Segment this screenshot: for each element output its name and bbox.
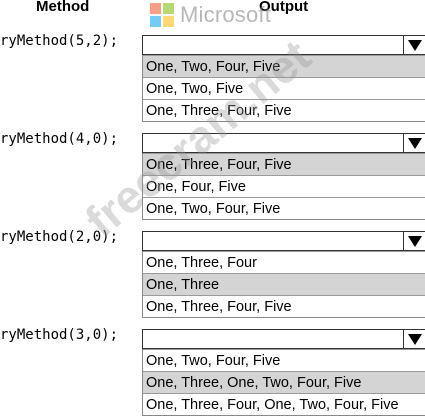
logo-square-green [163, 3, 174, 14]
option-list-1: One, Two, Four, Five One, Two, Five One,… [142, 55, 425, 122]
option-list-4: One, Two, Four, Five One, Three, One, Tw… [142, 349, 425, 416]
logo-square-blue [150, 16, 161, 27]
dropdown-option[interactable]: One, Three, Four, Five [143, 99, 425, 121]
answer-group-4: One, Two, Four, Five One, Three, One, Tw… [142, 329, 425, 416]
method-call-3: ryMethod(2,0); [0, 229, 119, 245]
microsoft-logo: Microsoft [150, 0, 271, 30]
dropdown-option[interactable]: One, Three, Four, One, Two, Four, Five [143, 393, 425, 415]
dropdown-option[interactable]: One, Two, Five [143, 77, 425, 99]
dropdown-option[interactable]: One, Two, Four, Five [143, 197, 425, 219]
dropdown-option[interactable]: One, Two, Four, Five [143, 55, 425, 77]
option-list-3: One, Three, Four One, Three One, Three, … [142, 251, 425, 318]
dropdown-arrow-icon[interactable] [403, 36, 425, 54]
dropdown-option[interactable]: One, Three, One, Two, Four, Five [143, 371, 425, 393]
answer-group-3: One, Three, Four One, Three One, Three, … [142, 231, 425, 318]
dropdown-option[interactable]: One, Two, Four, Five [143, 349, 425, 371]
dropdown-option[interactable]: One, Three, Four, Five [143, 153, 425, 175]
method-call-1: ryMethod(5,2); [0, 33, 119, 49]
method-call-4: ryMethod(3,0); [0, 327, 119, 343]
logo-square-red [150, 3, 161, 14]
answer-dropdown-3[interactable] [142, 231, 425, 251]
method-call-2: ryMethod(4,0); [0, 131, 119, 147]
dropdown-option[interactable]: One, Three, Four [143, 251, 425, 273]
dropdown-arrow-icon[interactable] [403, 134, 425, 152]
answer-group-2: One, Three, Four, Five One, Four, Five O… [142, 133, 425, 220]
option-list-2: One, Three, Four, Five One, Four, Five O… [142, 153, 425, 220]
answer-dropdown-1[interactable] [142, 35, 425, 55]
dropdown-option[interactable]: One, Three, Four, Five [143, 295, 425, 317]
method-header: Method [36, 0, 90, 15]
microsoft-wordmark: Microsoft [180, 2, 272, 27]
logo-square-yellow [163, 16, 174, 27]
dropdown-option[interactable]: One, Three [143, 273, 425, 295]
answer-dropdown-2[interactable] [142, 133, 425, 153]
microsoft-squares-icon [150, 3, 174, 27]
dropdown-arrow-icon[interactable] [403, 330, 425, 348]
answer-group-1: One, Two, Four, Five One, Two, Five One,… [142, 35, 425, 122]
dropdown-option[interactable]: One, Four, Five [143, 175, 425, 197]
dropdown-arrow-icon[interactable] [403, 232, 425, 250]
answer-dropdown-4[interactable] [142, 329, 425, 349]
